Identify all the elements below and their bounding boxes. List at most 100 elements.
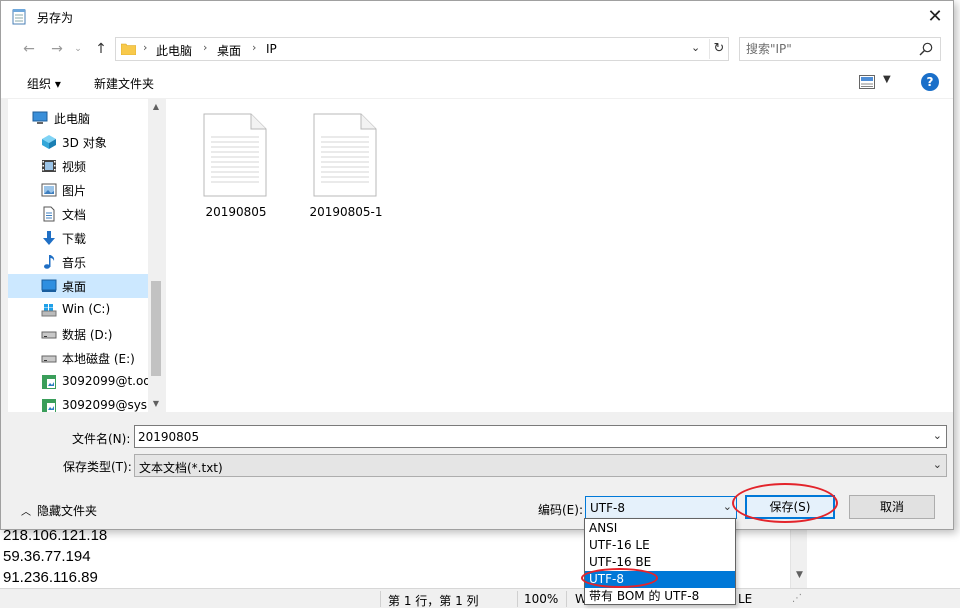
tree-item-label: 3D 对象 (62, 136, 107, 150)
search-input[interactable] (746, 41, 906, 57)
tree-item-label: 此电脑 (54, 112, 91, 126)
notepad-status-bar: 第 1 行，第 1 列 100% W LE ⋰ (0, 588, 960, 608)
tree-item-pictures[interactable]: 图片 (8, 178, 148, 202)
tree-item-label: 文档 (62, 208, 87, 222)
view-options-icon[interactable] (859, 75, 875, 89)
breadcrumb-separator-icon[interactable]: › (252, 41, 256, 54)
tree-item-label: Win (C:) (62, 302, 111, 316)
tree-item-desktop[interactable]: 桌面 (8, 274, 155, 298)
file-name: 20190805-1 (309, 205, 383, 219)
status-separator (566, 591, 567, 607)
notepad-vertical-scrollbar[interactable]: ▼ (790, 530, 807, 588)
tree-item-music[interactable]: 音乐 (8, 250, 148, 274)
hide-folders-button[interactable]: ︿ 隐藏文件夹 (21, 502, 97, 519)
organize-button[interactable]: 组织 ▾ (27, 75, 61, 92)
file-list-pane[interactable]: 20190805 20190805-1 (165, 99, 953, 412)
notepad-text-line[interactable]: 91.236.116.89 (3, 569, 98, 586)
address-dropdown-icon[interactable]: ⌄ (691, 41, 700, 54)
forward-arrow-icon[interactable]: → (47, 39, 67, 59)
computer-icon (32, 111, 48, 124)
3d-objects-icon (42, 135, 56, 149)
dialog-title: 另存为 (37, 11, 74, 25)
tree-item-documents[interactable]: 文档 (8, 202, 148, 226)
encoding-option-utf16le[interactable]: UTF-16 LE (585, 537, 735, 554)
breadcrumb-this-pc[interactable]: 此电脑 (156, 42, 192, 59)
encoding-label: 编码(E): (538, 503, 583, 517)
folder-icon (121, 43, 136, 55)
tree-item-label: 本地磁盘 (E:) (62, 352, 135, 366)
cancel-button[interactable]: 取消 (849, 495, 935, 519)
status-separator (517, 591, 518, 607)
drive-icon (41, 355, 57, 363)
tree-item-label: 下载 (62, 232, 87, 246)
scroll-down-icon[interactable]: ▼ (148, 399, 164, 408)
tree-item-drive-d[interactable]: 数据 (D:) (8, 322, 148, 346)
status-zoom: 100% (524, 592, 559, 606)
breadcrumb-ip[interactable]: IP (266, 42, 277, 56)
status-cursor-position: 第 1 行，第 1 列 (388, 594, 479, 608)
file-item[interactable]: 20190805-1 (276, 99, 416, 229)
view-dropdown-icon[interactable]: ▼ (883, 74, 891, 85)
dialog-titlebar[interactable]: 另存为 ✕ (1, 1, 953, 32)
tree-item-label: 数据 (D:) (62, 328, 113, 342)
resize-grip-icon[interactable]: ⋰ (792, 593, 802, 604)
filetype-select[interactable]: 文本文档(*.txt) ⌄ (134, 454, 947, 477)
filetype-value: 文本文档(*.txt) (139, 461, 223, 475)
save-as-dialog: 另存为 ✕ ← → ⌄ ↑ › 此电脑 › 桌面 › IP ⌄ ↻ 搜索"IP"… (0, 0, 954, 530)
tree-item-drive-e[interactable]: 本地磁盘 (E:) (8, 346, 148, 370)
navigation-pane: 此电脑 3D 对象 视频 图片 文档 下载 音乐 桌面 Win (C:) 数据 … (8, 99, 155, 412)
navigation-pane-scrollbar[interactable]: ▲ ▼ (148, 99, 164, 412)
breadcrumb-separator-icon[interactable]: › (143, 41, 147, 54)
close-button[interactable]: ✕ (917, 3, 953, 31)
recent-locations-chevron-icon[interactable]: ⌄ (68, 39, 88, 59)
tree-item-label: 3092099@sysu (62, 398, 148, 412)
command-toolbar: 组织 ▾ 新建文件夹 ▼ ? (1, 66, 953, 99)
download-icon (43, 231, 55, 245)
encoding-option-utf8-bom[interactable]: 带有 BOM 的 UTF-8 (585, 588, 735, 605)
encoding-option-ansi[interactable]: ANSI (585, 520, 735, 537)
tree-item-drive-c[interactable]: Win (C:) (8, 298, 148, 322)
onedrive-icon (42, 399, 56, 412)
tree-item-label: 3092099@t.odu (62, 374, 148, 388)
tree-item-onedrive-2[interactable]: 3092099@sysu (8, 394, 148, 412)
back-arrow-icon[interactable]: ← (19, 39, 39, 59)
video-icon (42, 160, 56, 172)
filename-input[interactable] (138, 429, 918, 444)
refresh-icon[interactable]: ↻ (709, 39, 728, 59)
up-arrow-icon[interactable]: ↑ (91, 39, 111, 59)
tree-item-downloads[interactable]: 下载 (8, 226, 148, 250)
tree-item-this-pc[interactable]: 此电脑 (8, 106, 148, 130)
breadcrumb-desktop[interactable]: 桌面 (217, 42, 241, 59)
status-separator (380, 591, 381, 607)
close-icon: ✕ (927, 6, 943, 27)
tree-item-3d-objects[interactable]: 3D 对象 (8, 130, 148, 154)
pictures-icon (41, 183, 57, 197)
annotation-ellipse-save (732, 483, 838, 523)
scrollbar-thumb[interactable] (151, 281, 161, 376)
address-bar[interactable]: › 此电脑 › 桌面 › IP ⌄ ↻ (115, 37, 729, 61)
help-icon[interactable]: ? (921, 73, 939, 91)
scroll-down-icon[interactable]: ▼ (791, 570, 808, 580)
tree-item-videos[interactable]: 视频 (8, 154, 148, 178)
tree-item-onedrive-1[interactable]: 3092099@t.odu (8, 370, 148, 394)
breadcrumb-separator-icon[interactable]: › (203, 41, 207, 54)
search-box[interactable] (739, 37, 941, 61)
notepad-text-line[interactable]: 59.36.77.194 (3, 548, 91, 565)
onedrive-icon (42, 375, 56, 389)
search-icon[interactable] (918, 41, 934, 57)
scroll-up-icon[interactable]: ▲ (148, 102, 164, 111)
new-folder-button[interactable]: 新建文件夹 (94, 75, 154, 92)
filetype-dropdown-icon[interactable]: ⌄ (933, 458, 942, 471)
notepad-icon (12, 9, 26, 25)
navigation-bar: ← → ⌄ ↑ › 此电脑 › 桌面 › IP ⌄ ↻ (1, 32, 953, 66)
tree-item-label: 视频 (62, 160, 87, 174)
tree-item-label: 桌面 (62, 280, 87, 294)
filename-combobox[interactable]: ⌄ (134, 425, 947, 448)
encoding-select[interactable]: UTF-8 ⌄ (585, 496, 737, 519)
hide-folders-label: 隐藏文件夹 (37, 504, 98, 518)
encoding-dropdown-icon[interactable]: ⌄ (723, 500, 732, 513)
encoding-dropdown-list: ANSI UTF-16 LE UTF-16 BE UTF-8 带有 BOM 的 … (584, 518, 736, 605)
filetype-label: 保存类型(T): (63, 460, 132, 474)
filename-dropdown-icon[interactable]: ⌄ (933, 429, 942, 442)
status-encoding: LE (738, 592, 753, 606)
